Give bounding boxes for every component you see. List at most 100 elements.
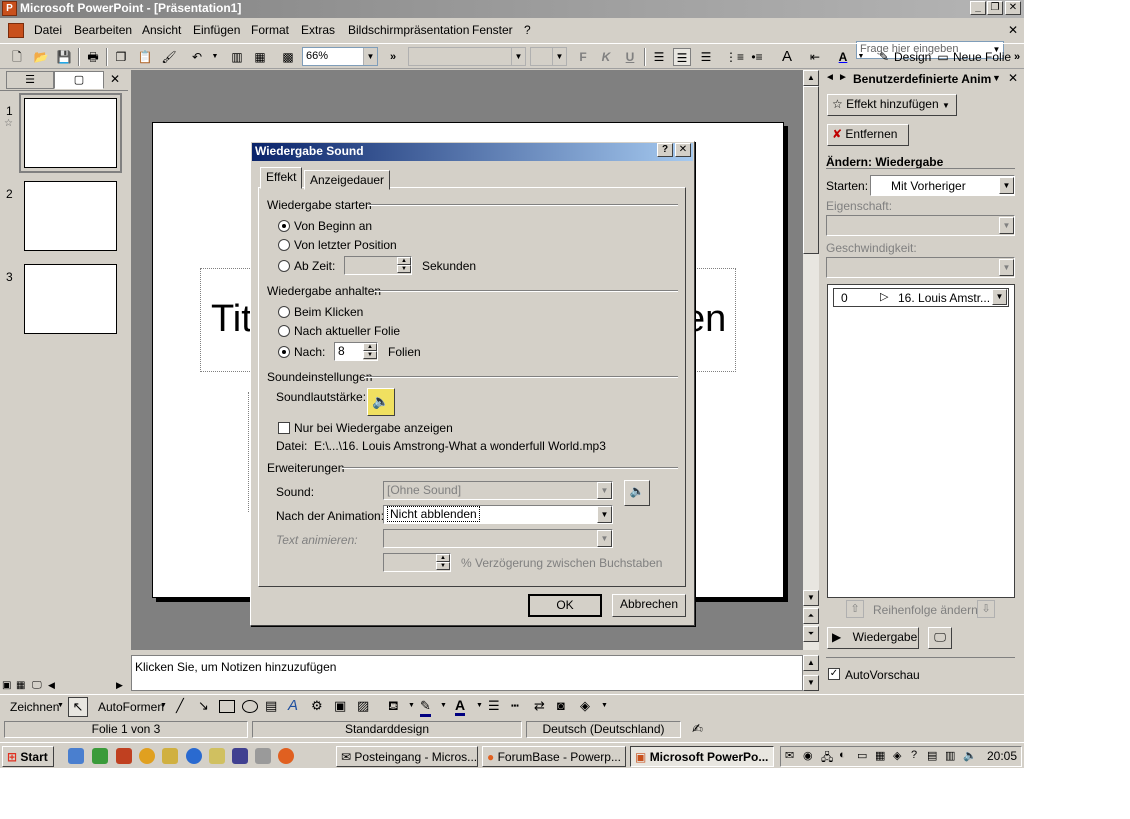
spin-up-icon[interactable]: ▲ (397, 257, 411, 265)
slide-thumbnail-1[interactable] (24, 98, 117, 168)
document-icon[interactable] (8, 23, 24, 38)
ok-button[interactable]: OK (528, 594, 602, 617)
after-animation-select[interactable]: Nicht abblenden ▼ (383, 505, 613, 524)
task-firefox[interactable]: ● ForumBase - Powerp... (482, 746, 626, 767)
chevron-down-icon[interactable]: ▼ (597, 530, 612, 547)
chevron-down-icon[interactable]: ▼ (999, 217, 1014, 234)
rectangle-icon[interactable] (219, 700, 235, 713)
autopreview-checkbox[interactable]: ✓ (828, 668, 840, 680)
dialog-help-button[interactable]: ? (657, 143, 673, 157)
animate-text-select[interactable]: ▼ (383, 529, 613, 548)
new-slide-icon[interactable]: ▭ (934, 48, 952, 66)
radio-at-time[interactable] (278, 260, 290, 272)
select-pointer-icon[interactable]: ↖ (68, 697, 88, 717)
font-color-dropdown-icon[interactable]: ▼ (852, 48, 870, 66)
task-pane-menu-icon[interactable]: ▼ (992, 73, 1001, 83)
clipart-icon[interactable]: ▣ (334, 698, 346, 714)
forward-icon[interactable]: ► (838, 72, 848, 83)
menu-fenster[interactable]: Fenster (472, 23, 513, 37)
normal-view-icon[interactable]: ▣ (2, 680, 11, 691)
sound-preview-icon[interactable]: 🔈 (624, 480, 650, 506)
bullets-icon[interactable]: •≡ (748, 48, 766, 66)
undo-dropdown-icon[interactable]: ▼ (206, 48, 224, 66)
menu-datei[interactable]: Datei (34, 23, 62, 37)
play-button[interactable]: ▶ Wiedergabe (827, 627, 919, 649)
increase-font-icon[interactable]: A (778, 48, 796, 66)
slideshow-view-icon[interactable]: 🖵 (32, 680, 42, 691)
fill-color-icon[interactable]: ⛾ (388, 698, 399, 716)
font-size-combo[interactable]: ▼ (530, 47, 567, 66)
chart-icon[interactable]: ▥ (228, 48, 246, 66)
sound-select[interactable]: [Ohne Sound] ▼ (383, 481, 613, 500)
format-painter-icon[interactable]: 🖌 (160, 48, 178, 66)
notes-pane[interactable]: Klicken Sie, um Notizen hinzuzufügen (131, 655, 803, 691)
tray-icon[interactable]: ◉ (803, 749, 813, 762)
dash-style-icon[interactable]: ┅ (511, 698, 519, 714)
animation-list-item[interactable]: 0 ▷ 16. Louis Amstr... ▼ (833, 288, 1009, 307)
font-color-draw-icon[interactable]: A (455, 697, 466, 716)
align-left-icon[interactable]: ☰ (650, 48, 668, 66)
scroll-up-icon[interactable]: ▲ (803, 70, 819, 86)
3d-icon[interactable]: ◈ (580, 698, 590, 714)
sorter-view-icon[interactable]: ▦ (16, 680, 25, 691)
speed-select[interactable]: ▼ (826, 257, 1015, 278)
chevron-down-icon[interactable]: ▼ (552, 48, 566, 65)
remove-button[interactable]: ✘ Entfernen (827, 124, 909, 146)
quicklaunch-icon[interactable] (162, 748, 178, 764)
chevron-down-icon[interactable]: ▼ (999, 177, 1014, 194)
chevron-down-icon[interactable]: ▼ (160, 702, 167, 709)
menu-format[interactable]: Format (251, 23, 289, 37)
print-icon[interactable]: 🖶 (84, 48, 102, 66)
radio-on-click[interactable] (278, 306, 290, 318)
autoshapes-menu[interactable]: AutoFormen (98, 700, 164, 714)
volume-tray-icon[interactable]: 🔈 (963, 749, 977, 762)
chevron-down-icon[interactable]: ▼ (999, 259, 1014, 276)
chevron-down-icon[interactable]: ▼ (476, 702, 483, 709)
decrease-indent-icon[interactable]: ⇤ (806, 48, 824, 66)
slide-thumbnail-3[interactable] (24, 264, 117, 334)
close-document-icon[interactable]: ✕ (1008, 23, 1018, 37)
spin-down-icon[interactable]: ▼ (397, 265, 411, 273)
chevron-down-icon[interactable]: ▼ (992, 289, 1007, 305)
tray-icon[interactable]: ▦ (875, 749, 885, 762)
arrow-icon[interactable]: ↘ (198, 698, 209, 714)
align-right-icon[interactable]: ☰ (697, 48, 715, 66)
tray-icon[interactable]: ▥ (945, 749, 955, 762)
new-icon[interactable]: 🗋 (8, 48, 26, 66)
help-tray-icon[interactable]: ? (911, 749, 917, 761)
start-select[interactable]: Mit Vorheriger ▼ (870, 175, 1015, 196)
tab-anzeigedauer[interactable]: Anzeigedauer (304, 170, 391, 190)
textbox-icon[interactable]: ▤ (265, 698, 277, 714)
radio-after-slides[interactable] (278, 346, 290, 358)
radio-from-beginning[interactable] (278, 220, 290, 232)
quicklaunch-icon[interactable] (116, 748, 132, 764)
menu-ansicht[interactable]: Ansicht (142, 23, 181, 37)
open-icon[interactable]: 📂 (32, 48, 50, 66)
tray-icon[interactable]: ◈ (893, 749, 901, 762)
dialog-close-button[interactable]: ✕ (675, 143, 691, 157)
property-select[interactable]: ▼ (826, 215, 1015, 236)
table-icon[interactable]: ▦ (251, 48, 269, 66)
align-center-icon[interactable]: ☰ (673, 48, 691, 66)
chevron-down-icon[interactable]: ▼ (597, 506, 612, 523)
after-slides-spinner[interactable]: ▲ ▼ (363, 343, 377, 360)
chevron-down-icon[interactable]: ▼ (511, 48, 525, 65)
move-up-icon[interactable]: ⇧ (846, 600, 864, 618)
previous-slide-icon[interactable]: ⏶ (803, 608, 819, 624)
menu-einfuegen[interactable]: Einfügen (193, 23, 240, 37)
menu-bearbeiten[interactable]: Bearbeiten (74, 23, 132, 37)
menu-help[interactable]: ? (524, 23, 531, 37)
move-down-icon[interactable]: ⇩ (977, 600, 995, 618)
tab-outline[interactable]: ☰ (6, 71, 54, 89)
zoom-combo[interactable]: 66% ▼ (302, 47, 378, 66)
chevron-down-icon[interactable]: ▼ (597, 482, 612, 499)
picture-icon[interactable]: ▨ (357, 698, 369, 714)
network-tray-icon[interactable]: 🖧 (821, 749, 833, 768)
quicklaunch-icon[interactable] (92, 748, 108, 764)
tab-effekt[interactable]: Effekt (260, 167, 303, 189)
line-style-icon[interactable]: ☰ (488, 698, 500, 714)
clock[interactable]: 20:05 (987, 749, 1017, 763)
design-icon[interactable]: ✎ (875, 48, 893, 66)
task-powerpoint[interactable]: ▣ Microsoft PowerPo... (630, 746, 774, 767)
diagram-icon[interactable]: ⚙ (311, 698, 323, 714)
